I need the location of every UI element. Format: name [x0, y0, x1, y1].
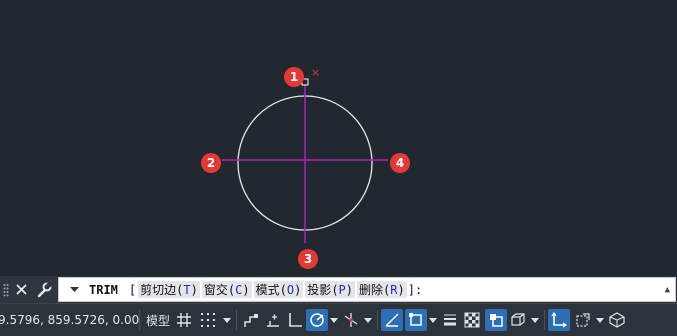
- option-label: 剪切边: [140, 283, 177, 297]
- drawing-canvas[interactable]: ×: [0, 0, 677, 276]
- snap-dropdown-icon[interactable]: [221, 309, 233, 331]
- 3d-snap-dropdown-icon[interactable]: [529, 309, 541, 331]
- coordinate-readout[interactable]: 9.5796, 859.5726, 0.0000: [0, 313, 139, 327]
- option-key: T: [183, 283, 191, 297]
- marker-2: 2: [201, 153, 221, 173]
- divider: [377, 310, 378, 330]
- option-key: O: [286, 283, 295, 297]
- object-snap-icon[interactable]: [405, 309, 427, 331]
- divider: [544, 310, 545, 330]
- customize-wrench-icon[interactable]: [33, 276, 55, 303]
- infer-constraints-icon[interactable]: [240, 309, 262, 331]
- snap-mode-icon[interactable]: [195, 309, 221, 331]
- option-key: C: [235, 283, 243, 297]
- close-icon[interactable]: [12, 276, 30, 303]
- option-mode[interactable]: 模式(O): [253, 281, 304, 298]
- grid-icon[interactable]: [173, 309, 195, 331]
- isometric-drafting-icon[interactable]: [340, 309, 362, 331]
- option-project[interactable]: 投影(P): [305, 281, 356, 298]
- divider: [139, 310, 140, 330]
- lineweight-icon[interactable]: [439, 309, 461, 331]
- object-snap-dropdown-icon[interactable]: [427, 309, 439, 331]
- object-snap-tracking-icon[interactable]: [381, 309, 403, 331]
- polar-dropdown-icon[interactable]: [328, 309, 340, 331]
- command-input[interactable]: TRIM [ 剪切边(T) 窗交(C) 模式(O) 投影(P) 删除(R) ]:…: [58, 277, 676, 302]
- ortho-mode-icon[interactable]: [284, 309, 306, 331]
- divider: [236, 310, 237, 330]
- dynamic-input-icon[interactable]: [262, 309, 284, 331]
- recent-commands-dropdown[interactable]: [59, 286, 89, 293]
- selection-filter-icon[interactable]: [572, 309, 594, 331]
- option-label: 删除: [359, 283, 384, 297]
- 3d-object-snap-icon[interactable]: [507, 309, 529, 331]
- transparency-icon[interactable]: [461, 309, 483, 331]
- cursor-x-icon: ×: [311, 66, 320, 79]
- option-label: 窗交: [203, 283, 228, 297]
- model-space-button[interactable]: 模型: [143, 309, 173, 331]
- option-label: 投影: [307, 283, 332, 297]
- option-label: 模式: [255, 283, 280, 297]
- option-key: R: [390, 283, 398, 297]
- option-crossing[interactable]: 窗交(C): [201, 281, 252, 298]
- command-name: TRIM: [89, 282, 118, 297]
- selection-cycling-icon[interactable]: [485, 309, 507, 331]
- status-bar: 9.5796, 859.5726, 0.0000 模型: [0, 303, 677, 336]
- selection-filter-dropdown-icon[interactable]: [594, 309, 606, 331]
- history-up-icon[interactable]: ▲: [665, 285, 670, 295]
- option-cutting-edges[interactable]: 剪切边(T): [138, 281, 200, 298]
- marker-3: 3: [298, 249, 318, 269]
- option-erase[interactable]: 删除(R): [357, 281, 407, 298]
- command-grip-icon[interactable]: [0, 276, 12, 303]
- gizmo-icon[interactable]: [606, 309, 628, 331]
- bracket-close: ]:: [407, 282, 423, 297]
- dynamic-ucs-icon[interactable]: [548, 309, 570, 331]
- option-key: P: [338, 283, 346, 297]
- bracket-open: [: [128, 282, 137, 297]
- isometric-dropdown-icon[interactable]: [362, 309, 374, 331]
- polar-tracking-icon[interactable]: [306, 309, 328, 331]
- marker-1: 1: [284, 67, 304, 87]
- marker-4: 4: [390, 153, 410, 173]
